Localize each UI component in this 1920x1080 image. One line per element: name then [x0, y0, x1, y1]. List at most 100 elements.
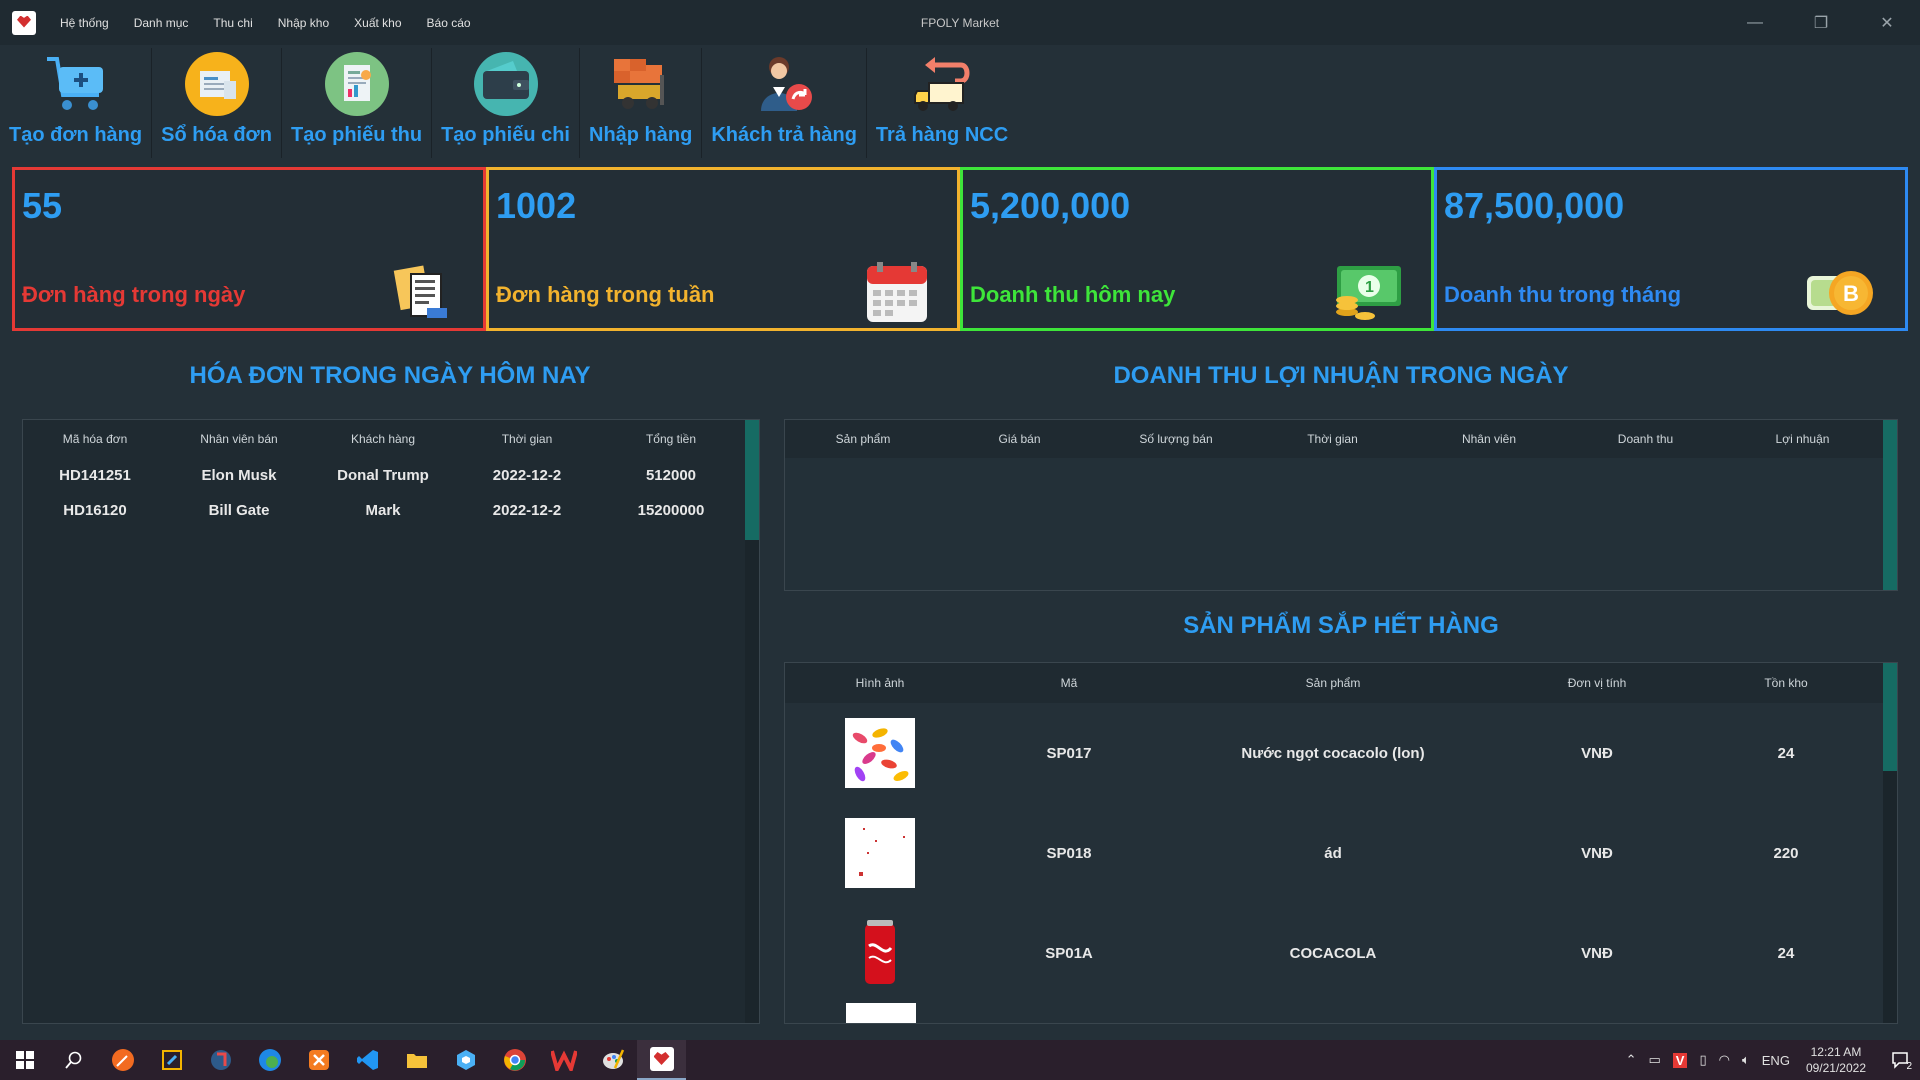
orders-icon — [391, 260, 455, 324]
partial-row-image — [846, 1003, 916, 1023]
menu-he-thong[interactable]: Hệ thống — [60, 16, 109, 30]
taskbar-app[interactable] — [539, 1040, 588, 1080]
column-header[interactable]: Mã hóa đơn — [23, 432, 167, 446]
column-header[interactable]: Khách hàng — [311, 432, 455, 446]
column-header[interactable]: Nhân viên bán — [167, 432, 311, 446]
column-header[interactable]: Nhân viên — [1411, 432, 1567, 446]
scrollbar[interactable] — [1883, 420, 1897, 590]
taskbar-app[interactable] — [98, 1040, 147, 1080]
menu-bar: Hệ thống Danh mục Thu chi Nhập kho Xuất … — [60, 16, 496, 30]
taskbar-app[interactable] — [588, 1040, 637, 1080]
taskbar-app[interactable] — [343, 1040, 392, 1080]
scrollbar-thumb[interactable] — [1883, 420, 1897, 590]
low-stock-title: SẢN PHẨM SẮP HẾT HÀNG — [1183, 612, 1499, 639]
search-button[interactable] — [49, 1040, 98, 1080]
card-revenue-month: 87,500,000 Doanh thu trong tháng B — [1434, 167, 1908, 331]
wifi-icon[interactable]: ◠ — [1719, 1052, 1730, 1068]
low-stock-table: Hình ảnh Mã Sản phẩm Đơn vị tính Tồn kho… — [784, 662, 1898, 1024]
network-icon[interactable]: ▭ — [1648, 1052, 1660, 1068]
taskbar-app[interactable] — [490, 1040, 539, 1080]
table-row[interactable]: HD141251 Elon Musk Donal Trump 2022-12-2… — [23, 458, 743, 493]
folder-icon — [406, 1054, 427, 1068]
taskbar-app[interactable] — [245, 1040, 294, 1080]
taskbar-app[interactable] — [147, 1040, 196, 1080]
invoices-table: Mã hóa đơn Nhân viên bán Khách hàng Thời… — [22, 419, 760, 1024]
column-header[interactable]: Hình ảnh — [785, 676, 975, 690]
vscode-icon — [356, 1050, 378, 1070]
maximize-button[interactable]: ❐ — [1788, 0, 1854, 45]
scrollbar-thumb[interactable] — [1883, 663, 1897, 771]
tool-label: Khách trả hàng — [711, 124, 857, 146]
column-header[interactable]: Sản phẩm — [785, 432, 941, 446]
profit-title: DOANH THU LỢI NHUẬN TRONG NGÀY — [1113, 362, 1569, 389]
create-payment-button[interactable]: Tạo phiếu chi — [432, 48, 580, 158]
menu-bao-cao[interactable]: Báo cáo — [427, 16, 471, 30]
create-receipt-button[interactable]: Tạo phiếu thu — [282, 48, 433, 158]
scrollbar[interactable] — [1883, 663, 1897, 1023]
minimize-button[interactable]: — — [1722, 0, 1788, 45]
app-logo-icon — [12, 10, 36, 35]
column-header[interactable]: Đơn vị tính — [1503, 676, 1691, 690]
chevron-up-icon[interactable]: ⌃ — [1626, 1052, 1637, 1068]
wallet-icon — [472, 50, 540, 118]
column-header[interactable]: Lợi nhuận — [1724, 432, 1881, 446]
clock[interactable]: 12:21 AM 09/21/2022 — [1806, 1044, 1866, 1076]
battery-icon[interactable]: ▯ — [1699, 1052, 1706, 1068]
menu-nhap-kho[interactable]: Nhập kho — [278, 16, 329, 30]
table-header: Mã hóa đơn Nhân viên bán Khách hàng Thời… — [23, 420, 743, 458]
table-body: SP017 Nước ngọt cocacolo (lon) VNĐ 24 SP… — [785, 703, 1885, 1023]
tool-label: Tạo phiếu chi — [441, 124, 570, 146]
menu-thu-chi[interactable]: Thu chi — [213, 16, 252, 30]
card-orders-week: 1002 Đơn hàng trong tuần — [486, 167, 960, 331]
cell-product: ád — [1324, 844, 1342, 862]
clock-date: 09/21/2022 — [1805, 1061, 1866, 1075]
invoices-title: HÓA ĐƠN TRONG NGÀY HÔM NAY — [189, 362, 591, 389]
start-button[interactable] — [0, 1040, 49, 1080]
cell-invoice-id: HD141251 — [59, 467, 131, 484]
volume-icon[interactable]: 🔈︎ — [1742, 1052, 1750, 1068]
svg-text:B: B — [1843, 281, 1859, 306]
menu-xuat-kho[interactable]: Xuất kho — [354, 16, 401, 30]
antivirus-icon[interactable]: V — [1672, 1052, 1688, 1068]
language-indicator[interactable]: ENG — [1762, 1053, 1790, 1068]
column-header[interactable]: Tồn kho — [1691, 676, 1881, 690]
column-header[interactable]: Sản phẩm — [1163, 676, 1503, 690]
notification-button[interactable]: 2 — [1880, 1040, 1920, 1080]
import-goods-button[interactable]: Nhập hàng — [580, 48, 703, 158]
taskbar-app[interactable] — [441, 1040, 490, 1080]
system-tray: ⌃ ▭ V ▯ ◠ 🔈︎ ENG 12:21 AM 09/21/2022 2 — [1620, 1040, 1920, 1080]
taskbar-app[interactable] — [196, 1040, 245, 1080]
column-header[interactable]: Giá bán — [941, 432, 1098, 446]
column-header[interactable]: Thời gian — [1254, 432, 1411, 446]
invoice-book-button[interactable]: Sổ hóa đơn — [152, 48, 282, 158]
column-header[interactable]: Tổng tiền — [599, 432, 743, 446]
table-row[interactable]: HD16120 Bill Gate Mark 2022-12-2 1520000… — [23, 493, 743, 528]
close-icon: ✕ — [1880, 14, 1894, 32]
column-header[interactable]: Doanh thu — [1567, 432, 1724, 446]
column-header[interactable]: Mã — [975, 676, 1163, 690]
table-row[interactable]: SP018 ád VNĐ 220 — [785, 803, 1881, 903]
table-row[interactable]: SP01A COCACOLA VNĐ 24 — [785, 903, 1881, 1003]
scrollbar[interactable] — [745, 420, 759, 1023]
column-header[interactable]: Thời gian — [455, 432, 599, 446]
paint-icon — [602, 1049, 624, 1069]
table-row[interactable]: SP017 Nước ngọt cocacolo (lon) VNĐ 24 — [785, 703, 1881, 803]
return-to-supplier-button[interactable]: Trả hàng NCC — [867, 48, 1017, 158]
card-label: Doanh thu hôm nay — [970, 282, 1176, 307]
taskbar-app-fpoly[interactable] — [637, 1040, 686, 1080]
blank-image — [845, 818, 915, 888]
create-order-button[interactable]: Tạo đơn hàng — [0, 48, 153, 158]
tool-label: Sổ hóa đơn — [161, 124, 272, 146]
cell-image — [785, 818, 975, 888]
menu-danh-muc[interactable]: Danh mục — [134, 16, 189, 30]
taskbar-app[interactable] — [294, 1040, 343, 1080]
customer-return-button[interactable]: Khách trả hàng — [702, 48, 867, 158]
snipping-tool-icon — [161, 1050, 182, 1070]
scrollbar-thumb[interactable] — [745, 420, 759, 540]
column-header[interactable]: Số lượng bán — [1098, 432, 1254, 446]
cell-stock: 220 — [1773, 844, 1799, 862]
taskbar-app[interactable] — [392, 1040, 441, 1080]
taskbar: ⌃ ▭ V ▯ ◠ 🔈︎ ENG 12:21 AM 09/21/2022 2 — [0, 1040, 1920, 1080]
card-revenue-today: 5,200,000 Doanh thu hôm nay 1 — [960, 167, 1434, 331]
close-button[interactable]: ✕ — [1854, 0, 1920, 45]
